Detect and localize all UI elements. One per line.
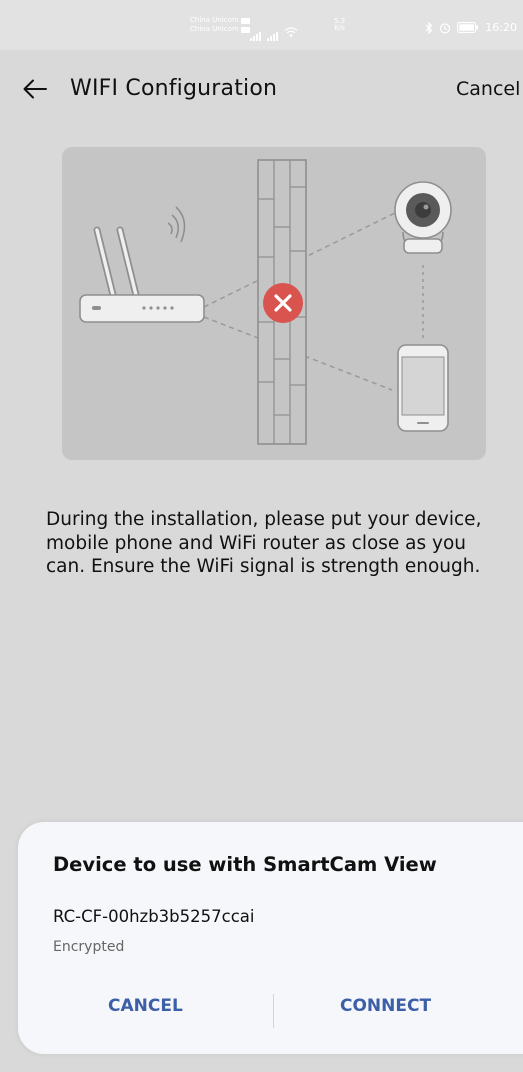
page-title: WIFI Configuration	[70, 76, 278, 101]
phone-icon	[397, 344, 449, 432]
router-icon	[79, 206, 205, 323]
action-divider	[273, 994, 274, 1028]
connect-device-dialog: Device to use with SmartCam View RC-CF-0…	[18, 822, 523, 1054]
carrier-2-label: China Unicom	[190, 25, 239, 33]
status-right: 16:20	[425, 21, 517, 34]
back-button[interactable]	[20, 74, 50, 104]
battery-icon	[457, 22, 479, 33]
carrier-1-label: China Unicom	[190, 16, 239, 24]
arrow-left-icon	[23, 79, 47, 99]
alarm-icon	[439, 22, 451, 34]
header: WIFI Configuration Cancel	[0, 60, 523, 120]
instruction-text: During the installation, please put your…	[46, 509, 482, 577]
blocked-x-icon	[263, 283, 303, 323]
clock-time: 16:20	[485, 21, 517, 34]
signal-icon	[267, 32, 278, 41]
sim-1-icon	[240, 17, 250, 24]
carrier-info: China Unicom China Unicom	[190, 16, 250, 34]
screen: China Unicom China Unicom 5.3 K/s 16:20 …	[0, 0, 523, 1072]
signal-icon	[250, 32, 261, 41]
wifi-icon	[284, 22, 298, 41]
dialog-cancel-button[interactable]: CANCEL	[108, 996, 183, 1016]
net-speed-unit: K/s	[334, 24, 345, 32]
dialog-actions: CANCEL CONNECT	[18, 992, 523, 1032]
bluetooth-icon	[425, 21, 433, 34]
camera-icon	[394, 181, 452, 254]
network-speed: 5.3 K/s	[334, 18, 345, 32]
device-ssid: RC-CF-00hzb3b5257ccai	[53, 907, 255, 926]
wifi-placement-illustration	[62, 147, 486, 460]
device-security-status: Encrypted	[53, 939, 125, 955]
dialog-title: Device to use with SmartCam View	[53, 853, 437, 876]
sim-2-icon	[240, 26, 250, 33]
status-bar: China Unicom China Unicom 5.3 K/s 16:20	[0, 0, 523, 50]
header-cancel-button[interactable]: Cancel	[456, 78, 520, 100]
signal-group	[250, 22, 298, 41]
dialog-connect-button[interactable]: CONNECT	[340, 996, 431, 1016]
